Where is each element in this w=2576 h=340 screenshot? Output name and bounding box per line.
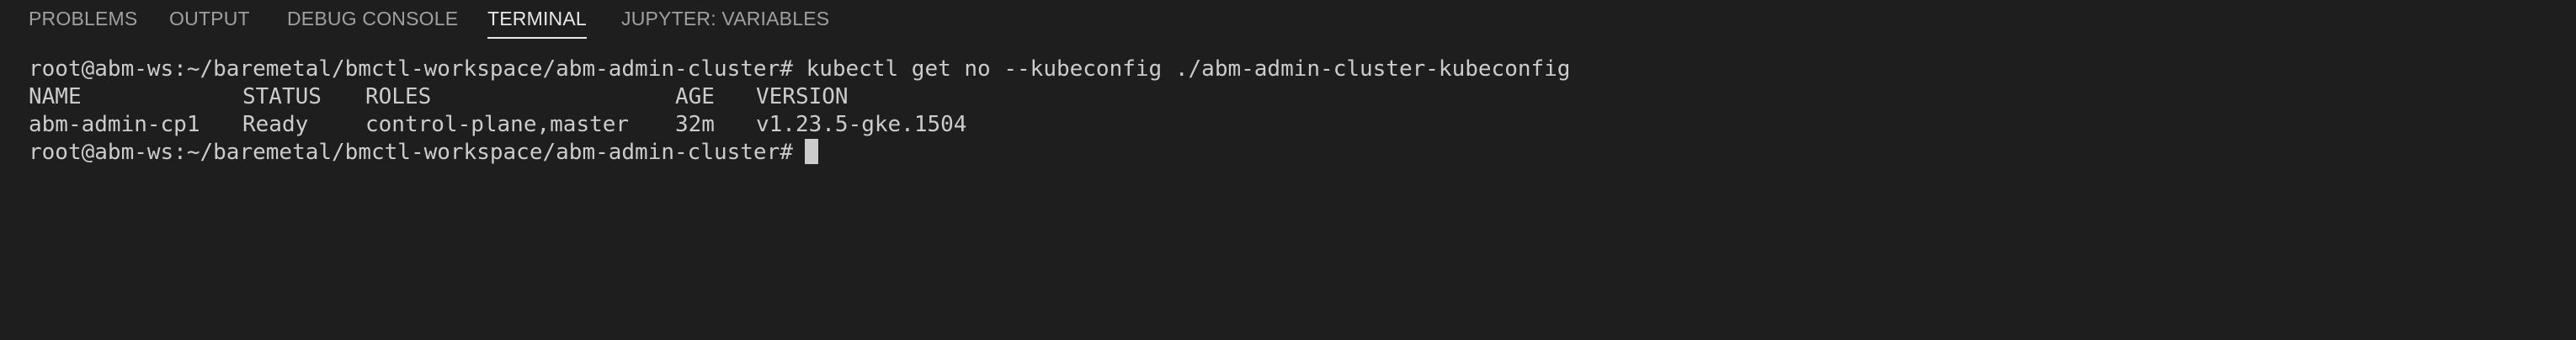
terminal-output[interactable]: root@abm-ws:~/baremetal/bmctl-workspace/… xyxy=(29,56,2576,340)
current-prompt-line: root@abm-ws:~/baremetal/bmctl-workspace/… xyxy=(29,138,2576,167)
tab-output[interactable]: OUTPUT xyxy=(169,0,250,39)
node-status: Ready xyxy=(242,112,309,137)
panel-tab-bar: PROBLEMS OUTPUT DEBUG CONSOLE TERMINAL J… xyxy=(0,0,2576,39)
header-version: VERSION xyxy=(756,84,849,109)
table-row: abm-admin-cp1 Ready control-plane,master… xyxy=(29,111,2576,139)
shell-prompt: root@abm-ws:~/baremetal/bmctl-workspace/… xyxy=(29,56,793,82)
header-roles: ROLES xyxy=(365,84,432,109)
node-roles: control-plane,master xyxy=(365,112,630,137)
tab-jupyter-variables[interactable]: JUPYTER: VARIABLES xyxy=(621,0,829,39)
shell-prompt-current: root@abm-ws:~/baremetal/bmctl-workspace/… xyxy=(29,140,793,165)
command-text: kubectl get no --kubeconfig ./abm-admin-… xyxy=(806,56,1571,82)
node-age: 32m xyxy=(675,112,715,137)
tab-problems[interactable]: PROBLEMS xyxy=(29,0,137,39)
header-status: STATUS xyxy=(242,84,322,109)
node-version: v1.23.5-gke.1504 xyxy=(756,112,967,137)
node-name: abm-admin-cp1 xyxy=(29,112,200,137)
text-cursor xyxy=(804,138,818,164)
command-line: root@abm-ws:~/baremetal/bmctl-workspace/… xyxy=(29,56,2576,83)
tab-terminal[interactable]: TERMINAL xyxy=(487,0,587,39)
header-name: NAME xyxy=(29,84,82,109)
terminal-panel: PROBLEMS OUTPUT DEBUG CONSOLE TERMINAL J… xyxy=(0,0,2576,340)
tab-debug-console[interactable]: DEBUG CONSOLE xyxy=(287,0,458,39)
table-header-row: NAME STATUS ROLES AGE VERSION xyxy=(29,83,2576,111)
header-age: AGE xyxy=(675,84,715,109)
